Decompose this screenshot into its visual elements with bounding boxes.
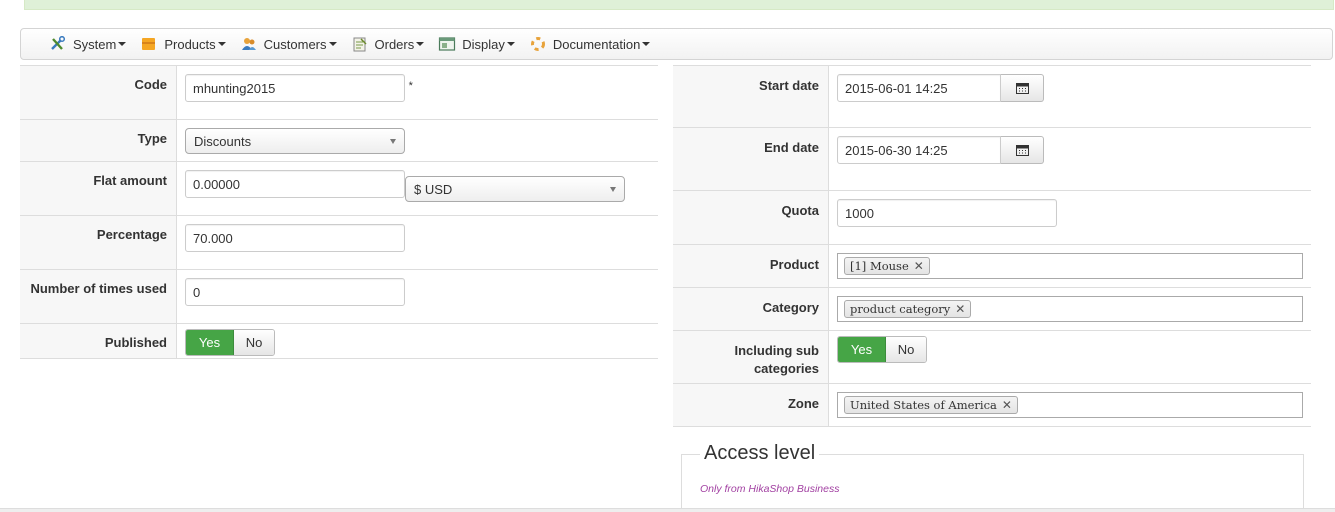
- chevron-down-icon: [118, 42, 127, 46]
- start-date-label: Start date: [673, 66, 829, 127]
- zone-tag-input[interactable]: United States of America ✕: [837, 392, 1303, 418]
- published-label: Published: [20, 324, 177, 358]
- category-tag-input[interactable]: product category ✕: [837, 296, 1303, 322]
- box-icon: [140, 36, 158, 52]
- chevron-down-icon: [506, 42, 515, 46]
- footer-divider: [0, 508, 1335, 512]
- times-used-input[interactable]: 0: [185, 278, 405, 306]
- type-select-value: Discounts: [194, 133, 252, 149]
- category-tag: product category ✕: [844, 300, 972, 318]
- sub-categories-toggle: Yes No: [837, 336, 927, 363]
- menu-products[interactable]: Products: [140, 36, 226, 52]
- menu-products-label: Products: [164, 36, 216, 52]
- access-level-note: Only from HikaShop Business: [700, 483, 840, 495]
- product-tag-input[interactable]: [1] Mouse ✕: [837, 253, 1303, 279]
- users-icon: [240, 36, 258, 52]
- chevron-down-icon: [328, 42, 337, 46]
- row-quota: Quota 1000: [673, 191, 1311, 245]
- published-yes-button[interactable]: Yes: [186, 330, 234, 355]
- code-label: Code: [20, 66, 177, 119]
- access-level-fieldset: Access level Only from HikaShop Business: [681, 442, 1304, 512]
- display-icon: [438, 36, 456, 52]
- percentage-input[interactable]: 70.000: [185, 224, 405, 252]
- coupon-restrictions-form: Start date 2015-06-01 14:25 End date 201…: [673, 65, 1311, 427]
- access-level-title: Access level: [700, 442, 820, 465]
- category-tag-label: product category: [850, 302, 951, 316]
- start-date-input[interactable]: 2015-06-01 14:25: [837, 74, 1001, 102]
- menu-orders-label: Orders: [374, 36, 415, 52]
- product-tag: [1] Mouse ✕: [844, 257, 930, 275]
- menu-documentation-label: Documentation: [552, 36, 641, 52]
- menu-documentation[interactable]: Documentation: [529, 36, 651, 52]
- chevron-down-icon: [416, 42, 425, 46]
- times-used-label: Number of times used: [20, 270, 177, 323]
- end-date-label: End date: [673, 128, 829, 190]
- menu-display[interactable]: Display: [438, 36, 515, 52]
- row-start-date: Start date 2015-06-01 14:25: [673, 65, 1311, 128]
- percentage-label: Percentage: [20, 216, 177, 269]
- row-zone: Zone United States of America ✕: [673, 384, 1311, 427]
- dropdown-arrow-icon: [390, 138, 396, 144]
- row-product: Product [1] Mouse ✕: [673, 245, 1311, 288]
- row-published: Published Yes No: [20, 324, 658, 359]
- message-banner: [24, 0, 1334, 10]
- row-code: Code mhunting2015 *: [20, 65, 658, 120]
- published-toggle: Yes No: [185, 329, 275, 356]
- menu-system-label: System: [73, 36, 117, 52]
- remove-tag-icon[interactable]: ✕: [955, 302, 965, 316]
- row-times-used: Number of times used 0: [20, 270, 658, 324]
- start-date-picker: 2015-06-01 14:25: [837, 74, 1044, 102]
- product-tag-label: [1] Mouse: [850, 259, 909, 273]
- main-menu-bar: System Products Customers Orders Display…: [20, 28, 1333, 60]
- sub-categories-yes-button[interactable]: Yes: [838, 337, 886, 362]
- flat-amount-label: Flat amount: [20, 162, 177, 215]
- dropdown-arrow-icon: [610, 186, 616, 192]
- menu-customers[interactable]: Customers: [240, 36, 337, 52]
- row-type: Type Discounts: [20, 120, 658, 162]
- category-label: Category: [673, 288, 829, 330]
- quota-input[interactable]: 1000: [837, 199, 1057, 227]
- zone-tag: United States of America ✕: [844, 396, 1018, 414]
- product-label: Product: [673, 245, 829, 287]
- published-no-button[interactable]: No: [234, 330, 274, 355]
- menu-customers-label: Customers: [263, 36, 327, 52]
- currency-select-value: $ USD: [414, 181, 453, 197]
- menu-orders[interactable]: Orders: [351, 36, 425, 52]
- required-mark: *: [408, 80, 413, 92]
- coupon-main-form: Code mhunting2015 * Type Discounts Flat …: [20, 65, 658, 359]
- end-date-calendar-button[interactable]: [1001, 136, 1044, 164]
- row-flat-amount: Flat amount 0.00000 $ USD: [20, 162, 658, 216]
- zone-label: Zone: [673, 384, 829, 426]
- row-sub-categories: Including sub categories Yes No: [673, 331, 1311, 384]
- sub-categories-label: Including sub categories: [673, 331, 829, 383]
- menu-system[interactable]: System: [49, 35, 127, 52]
- row-percentage: Percentage 70.000: [20, 216, 658, 270]
- flat-amount-input[interactable]: 0.00000: [185, 170, 405, 198]
- row-category: Category product category ✕: [673, 288, 1311, 331]
- sub-categories-no-button[interactable]: No: [886, 337, 926, 362]
- start-date-calendar-button[interactable]: [1001, 74, 1044, 102]
- calendar-icon: [1015, 145, 1029, 156]
- end-date-input[interactable]: 2015-06-30 14:25: [837, 136, 1001, 164]
- end-date-picker: 2015-06-30 14:25: [837, 136, 1044, 164]
- type-label: Type: [20, 120, 177, 161]
- calendar-icon: [1015, 83, 1029, 94]
- tools-icon: [49, 35, 67, 52]
- currency-select[interactable]: $ USD: [405, 176, 625, 202]
- remove-tag-icon[interactable]: ✕: [1002, 398, 1012, 412]
- quota-label: Quota: [673, 191, 829, 244]
- type-select[interactable]: Discounts: [185, 128, 405, 154]
- orders-icon: [351, 36, 369, 52]
- menu-display-label: Display: [462, 36, 505, 52]
- zone-tag-label: United States of America: [850, 398, 997, 412]
- code-input[interactable]: mhunting2015: [185, 74, 405, 102]
- lifebuoy-icon: [529, 36, 547, 52]
- chevron-down-icon: [642, 42, 651, 46]
- chevron-down-icon: [217, 42, 226, 46]
- remove-tag-icon[interactable]: ✕: [914, 259, 924, 273]
- row-end-date: End date 2015-06-30 14:25: [673, 128, 1311, 191]
